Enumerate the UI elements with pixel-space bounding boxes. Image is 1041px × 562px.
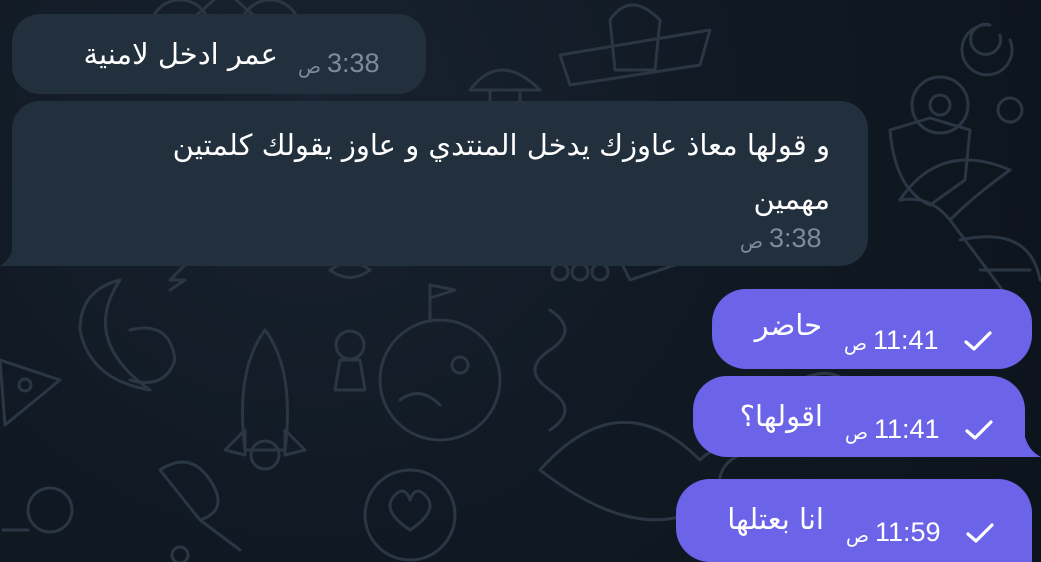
outgoing-message[interactable]: حاضر ص 11:41 [712,289,1032,369]
outgoing-message[interactable]: انا بعتلها ص 11:59 [676,479,1032,562]
message-time: 11:41 [872,325,939,355]
single-check-icon [965,522,994,543]
message-meta: ص 11:59 [846,517,995,548]
message-text: انا بعتلها [727,502,824,536]
time-period-label: ص [740,230,763,253]
message-meta: ص 11:41 [844,325,993,356]
time-period-label: ص [844,332,867,355]
outgoing-message[interactable]: اقولها؟ ص 11:41 [693,376,1025,457]
message-time: 11:41 [873,414,940,444]
single-check-icon [963,330,992,351]
time-period-label: ص [845,421,868,444]
message-text-line-2: مهمين [753,182,831,216]
message-text-line-1: و قولها معاذ عاوزك يدخل المنتدي و عاوز ي… [172,128,830,162]
time-period-label: ص [298,55,321,78]
message-text: عمر ادخل لامنية [83,37,279,71]
message-text: حاضر [754,308,822,342]
message-time: 3:38 [326,48,380,78]
time-period-label: ص [846,524,869,547]
single-check-icon [964,419,993,440]
chat-message-list[interactable]: عمر ادخل لامنية ص 3:38 و قولها معاذ عاوز… [0,0,1041,562]
message-text: اقولها؟ [739,399,823,433]
message-time: 11:59 [874,517,941,547]
message-meta: ص 3:38 [740,223,822,254]
incoming-message[interactable]: عمر ادخل لامنية ص 3:38 [12,14,426,94]
incoming-message[interactable]: و قولها معاذ عاوزك يدخل المنتدي و عاوز ي… [12,101,868,266]
bubble-tail [0,246,14,266]
message-meta: ص 3:38 [298,48,380,79]
message-time: 3:38 [768,223,822,253]
message-meta: ص 11:41 [845,414,994,445]
bubble-tail [1025,437,1041,457]
